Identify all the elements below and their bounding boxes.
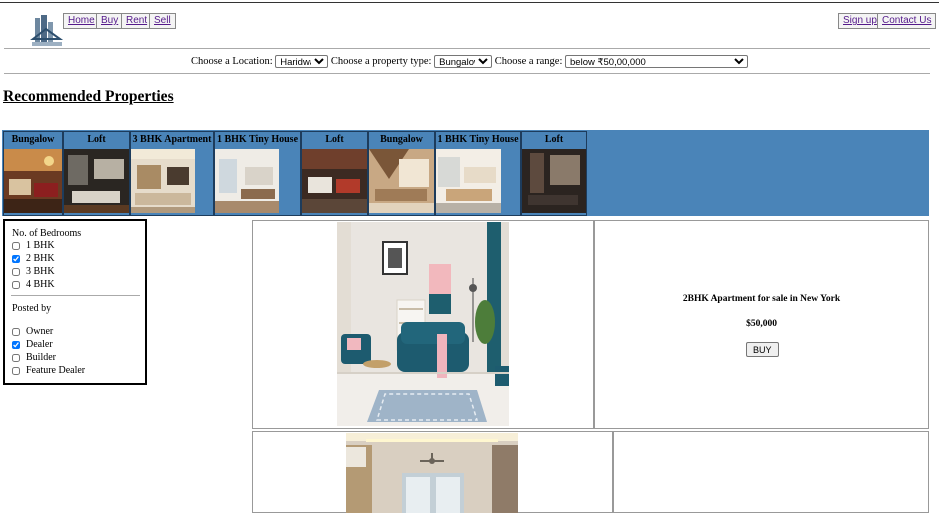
property-thumbnail [436, 149, 501, 213]
bedroom-option-label: 4 BHK [26, 279, 55, 290]
bedroom-checkbox[interactable] [12, 267, 20, 276]
property-thumbnail [522, 149, 586, 213]
listing-photo[interactable] [346, 433, 518, 513]
top-border [0, 2, 939, 3]
property-card[interactable]: 1 BHK Tiny House [214, 131, 301, 216]
recommended-heading: Recommended Properties [3, 88, 174, 105]
property-card[interactable]: Bungalow [368, 131, 435, 216]
property-thumbnail [302, 149, 367, 213]
nav-signup-button[interactable]: Sign up [838, 13, 882, 29]
posted-by-option-label: Owner [26, 326, 54, 337]
posted-by-option[interactable]: Dealer [12, 339, 53, 351]
bedroom-option[interactable]: 4 BHK [12, 279, 55, 291]
nav-sell-button[interactable]: Sell [149, 13, 176, 29]
bedroom-option[interactable]: 1 BHK [12, 240, 55, 252]
property-card[interactable]: 1 BHK Tiny House [435, 131, 521, 216]
posted-by-option-label: Builder [26, 352, 56, 363]
property-thumbnail [64, 149, 129, 213]
card-title: 1 BHK Tiny House [215, 132, 300, 147]
bedroom-option-label: 3 BHK [26, 266, 55, 277]
property-card[interactable]: Bungalow [3, 131, 63, 216]
buy-button[interactable]: BUY [746, 342, 779, 357]
bedroom-option-label: 1 BHK [26, 240, 55, 251]
bedroom-checkbox[interactable] [12, 254, 20, 263]
nav-buy-button[interactable]: Buy [96, 13, 124, 29]
listing-details-panel: 2BHK Apartment for sale in New York $50,… [594, 220, 929, 429]
bedroom-option-label: 2 BHK [26, 253, 55, 264]
property-card[interactable]: Loft [521, 131, 587, 216]
property-thumbnail [4, 149, 62, 213]
bedroom-option[interactable]: 2 BHK [12, 253, 55, 265]
range-label: Choose a range: [494, 55, 563, 67]
listing-image-panel [252, 220, 594, 429]
posted-by-checkbox[interactable] [12, 327, 20, 336]
listing-title: 2BHK Apartment for sale in New York [682, 294, 841, 304]
posted-by-checkbox[interactable] [12, 353, 20, 362]
listing-photo[interactable] [337, 222, 509, 426]
posted-by-option[interactable]: Builder [12, 352, 56, 364]
location-label: Choose a Location: [190, 55, 273, 67]
property-card[interactable]: 3 BHK Apartment [130, 131, 214, 216]
property-thumbnail [369, 149, 434, 213]
sidebar-divider [11, 295, 140, 296]
posted-by-heading: Posted by [12, 303, 52, 314]
card-title: Bungalow [369, 132, 434, 147]
posted-by-option[interactable]: Owner [12, 326, 53, 338]
bedroom-checkbox[interactable] [12, 241, 20, 250]
posted-by-option[interactable]: Feature Dealer [12, 365, 85, 377]
header-divider [4, 48, 930, 49]
listing-price: $50,000 [746, 319, 777, 329]
property-thumbnail [131, 149, 195, 213]
property-card[interactable]: Loft [63, 131, 130, 216]
property-thumbnail [215, 149, 279, 213]
card-title: Loft [64, 132, 129, 147]
card-title: Loft [302, 132, 367, 147]
posted-by-option-label: Dealer [26, 339, 53, 350]
property-card[interactable]: Loft [301, 131, 368, 216]
filter-bar: Choose a Location: Haridwar Choose a pro… [0, 55, 939, 68]
nav-home-button[interactable]: Home [63, 13, 100, 29]
card-title: Bungalow [4, 132, 62, 147]
property-type-select[interactable]: Bungalow [434, 55, 493, 68]
filter-sidebar: No. of Bedrooms 1 BHK 2 BHK 3 BHK 4 BHK … [3, 219, 147, 385]
card-title: 3 BHK Apartment [131, 132, 213, 147]
posted-by-checkbox[interactable] [12, 340, 20, 349]
type-label: Choose a property type: [330, 55, 432, 67]
bedroom-option[interactable]: 3 BHK [12, 266, 55, 278]
posted-by-option-label: Feature Dealer [26, 365, 86, 376]
logo[interactable] [29, 13, 65, 49]
listing-image-panel [252, 431, 613, 513]
nav-contact-button[interactable]: Contact Us [877, 13, 937, 29]
nav-rent-button[interactable]: Rent [121, 13, 153, 29]
card-title: Loft [522, 132, 586, 147]
bedrooms-heading: No. of Bedrooms [12, 228, 82, 239]
listing-details-panel [613, 431, 929, 513]
price-range-select[interactable]: below ₹50,00,000 [565, 55, 749, 68]
bedroom-checkbox[interactable] [12, 280, 20, 289]
posted-by-checkbox[interactable] [12, 366, 20, 375]
location-select[interactable]: Haridwar [275, 55, 329, 68]
card-title: 1 BHK Tiny House [436, 132, 520, 147]
filter-divider [4, 73, 930, 74]
